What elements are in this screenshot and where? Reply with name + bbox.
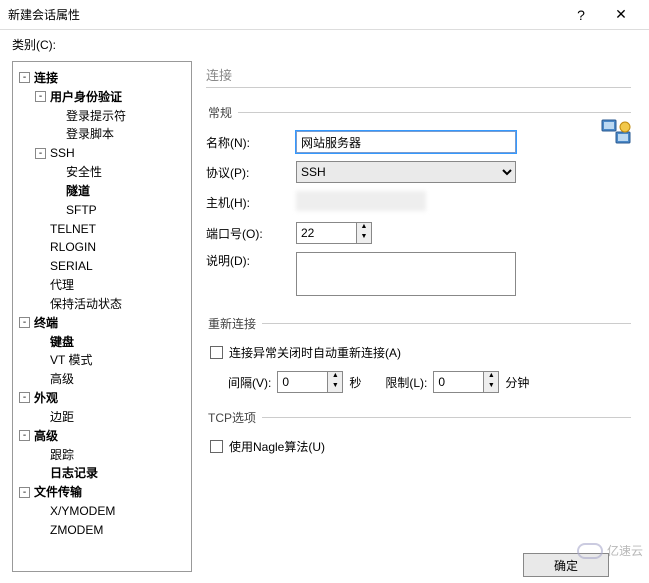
port-stepper[interactable]: ▲▼	[296, 222, 372, 244]
tree-log[interactable]: 日志记录	[50, 466, 98, 480]
collapse-icon[interactable]: -	[35, 148, 46, 159]
tree-terminal[interactable]: 终端	[34, 316, 58, 330]
tree-keyboard[interactable]: 键盘	[50, 334, 74, 348]
interval-unit: 秒	[349, 374, 361, 391]
collapse-icon[interactable]: -	[19, 72, 30, 83]
window-title: 新建会话属性	[8, 6, 561, 23]
limit-unit: 分钟	[505, 374, 529, 391]
interval-label: 间隔(V):	[228, 374, 271, 391]
tree-sftp[interactable]: SFTP	[66, 203, 97, 217]
tcp-group: TCP选项 使用Nagle算法(U)	[206, 409, 631, 465]
protocol-label: 协议(P):	[206, 164, 296, 181]
reconnect-group: 重新连接 连接异常关闭时自动重新连接(A) 间隔(V): ▲▼ 秒 限制(L):…	[206, 315, 631, 393]
spin-up-icon[interactable]: ▲	[357, 223, 371, 233]
close-button[interactable]: ✕	[601, 6, 641, 23]
collapse-icon[interactable]: -	[19, 317, 30, 328]
tree-tunnel[interactable]: 隧道	[66, 184, 90, 198]
tree-login-script[interactable]: 登录脚本	[66, 127, 114, 141]
tree-connection[interactable]: 连接	[34, 71, 58, 85]
tree-appearance[interactable]: 外观	[34, 391, 58, 405]
tree-security[interactable]: 安全性	[66, 165, 102, 179]
cloud-icon	[577, 543, 603, 559]
interval-input[interactable]	[277, 371, 327, 393]
spin-up-icon[interactable]: ▲	[484, 372, 498, 382]
protocol-select[interactable]: SSH	[296, 161, 516, 183]
tree-serial[interactable]: SERIAL	[50, 259, 93, 273]
tree-auth[interactable]: 用户身份验证	[50, 90, 122, 104]
tree-margin[interactable]: 边距	[50, 410, 74, 424]
spin-up-icon[interactable]: ▲	[328, 372, 342, 382]
tree-trace[interactable]: 跟踪	[50, 447, 74, 461]
tree-rlogin[interactable]: RLOGIN	[50, 240, 96, 254]
tree-keepalive[interactable]: 保持活动状态	[50, 297, 122, 311]
general-group: 常规 名称(N): 协议(P): SSH 主机(H): 端口号(O): ▲▼	[206, 104, 631, 299]
tcp-legend: TCP选项	[206, 409, 262, 426]
collapse-icon[interactable]: -	[19, 392, 30, 403]
titlebar: 新建会话属性 ? ✕	[0, 0, 649, 30]
reconnect-label: 连接异常关闭时自动重新连接(A)	[229, 344, 401, 361]
tree-zmodem[interactable]: ZMODEM	[50, 523, 103, 537]
tree-vtmode[interactable]: VT 模式	[50, 353, 92, 367]
content-panel: 连接 常规 名称(N): 协议(P): SSH 主机(H): 端口号(O):	[192, 57, 649, 580]
tree-advanced[interactable]: 高级	[34, 429, 58, 443]
nagle-label: 使用Nagle算法(U)	[229, 438, 325, 455]
interval-stepper[interactable]: ▲▼	[277, 371, 343, 393]
desc-label: 说明(D):	[206, 252, 296, 269]
help-button[interactable]: ?	[561, 7, 601, 23]
collapse-icon[interactable]: -	[19, 430, 30, 441]
desc-input[interactable]	[296, 252, 516, 296]
port-input[interactable]	[296, 222, 356, 244]
tree-proxy[interactable]: 代理	[50, 278, 74, 292]
category-label: 类别(C):	[0, 30, 649, 57]
nagle-checkbox[interactable]	[210, 440, 223, 453]
panel-heading: 连接	[206, 65, 631, 87]
host-input[interactable]	[296, 191, 426, 211]
limit-label: 限制(L):	[385, 374, 427, 391]
limit-input[interactable]	[433, 371, 483, 393]
collapse-icon[interactable]: -	[35, 91, 46, 102]
spin-down-icon[interactable]: ▼	[328, 382, 342, 392]
tree-xymodem[interactable]: X/YMODEM	[50, 504, 115, 518]
name-input[interactable]	[296, 131, 516, 153]
spin-down-icon[interactable]: ▼	[357, 233, 371, 243]
category-tree[interactable]: -连接 -用户身份验证 登录提示符 登录脚本 -SSH 安全性 隧道	[12, 61, 192, 572]
port-label: 端口号(O):	[206, 225, 296, 242]
tree-terminal-advanced[interactable]: 高级	[50, 372, 74, 386]
reconnect-legend: 重新连接	[206, 315, 262, 332]
spin-down-icon[interactable]: ▼	[484, 382, 498, 392]
name-label: 名称(N):	[206, 134, 296, 151]
tree-telnet[interactable]: TELNET	[50, 221, 96, 235]
watermark: 亿速云	[577, 542, 643, 559]
reconnect-checkbox[interactable]	[210, 346, 223, 359]
limit-stepper[interactable]: ▲▼	[433, 371, 499, 393]
tree-login-prompt[interactable]: 登录提示符	[66, 108, 126, 122]
tree-filetransfer[interactable]: 文件传输	[34, 485, 82, 499]
general-legend: 常规	[206, 104, 238, 121]
collapse-icon[interactable]: -	[19, 487, 30, 498]
tree-ssh[interactable]: SSH	[50, 146, 75, 160]
host-label: 主机(H):	[206, 194, 296, 211]
